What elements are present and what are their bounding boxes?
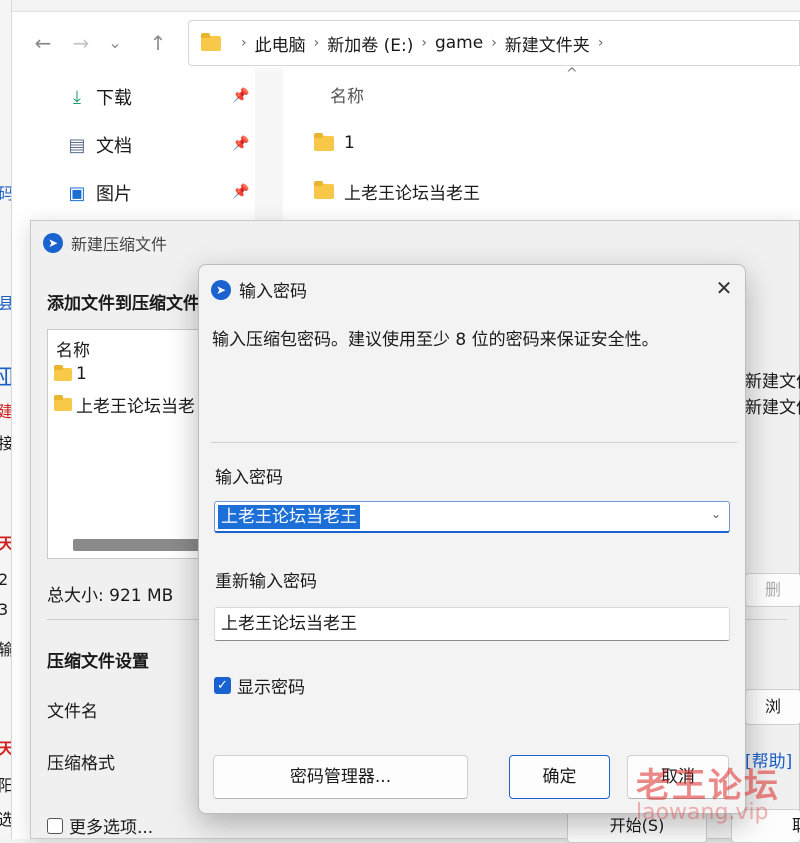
list-item[interactable]: 上老王论坛当老王 xyxy=(314,176,480,206)
chevron-right-icon: › xyxy=(241,35,247,51)
recent-locations-button[interactable]: ⌄ xyxy=(100,28,130,58)
picture-icon: ▣ xyxy=(68,182,86,204)
navigation-scrollbar[interactable] xyxy=(255,68,283,228)
filename-label: 文件名 xyxy=(47,702,98,722)
folder-icon xyxy=(54,364,72,381)
chevron-right-icon: › xyxy=(597,35,604,51)
app-logo-icon: ➤ xyxy=(43,233,63,253)
total-size: 总大小: 921 MB xyxy=(47,586,174,606)
sidebar-item-label: 下载 xyxy=(96,88,132,109)
dialog-title: ➤ 输入密码 xyxy=(211,277,307,302)
sidebar-item-label: 图片 xyxy=(96,184,132,205)
navigation-pane: ⤓ 下载 📌 ▤ 文档 📌 ▣ 图片 📌 xyxy=(12,68,282,228)
folder-icon xyxy=(201,32,221,51)
password-dialog: ➤ 输入密码 ✕ 输入压缩包密码。建议使用至少 8 位的密码来保证安全性。 输入… xyxy=(198,264,746,814)
password-label: 输入密码 xyxy=(215,468,283,488)
reenter-password-input[interactable]: 上老王论坛当老王 xyxy=(214,607,730,641)
file-name: 1 xyxy=(344,133,355,153)
app-logo-icon: ➤ xyxy=(211,279,231,300)
more-options-checkbox[interactable]: 更多选项... xyxy=(47,813,153,838)
forward-button[interactable]: → xyxy=(66,28,96,58)
folder-icon xyxy=(314,180,334,199)
divider xyxy=(211,442,737,443)
folder-icon xyxy=(314,132,334,151)
show-password-label: 显示密码 xyxy=(237,678,305,698)
column-header-name[interactable]: 名称 xyxy=(330,82,364,107)
horizontal-scrollbar[interactable] xyxy=(73,539,203,551)
folder-icon xyxy=(54,395,72,411)
sidebar-item-pictures[interactable]: ▣ 图片 xyxy=(66,178,132,208)
browse-button[interactable]: 浏 xyxy=(745,689,800,725)
section-heading: 添加文件到压缩文件 xyxy=(47,294,200,314)
more-options-label: 更多选项... xyxy=(69,818,154,838)
window-title: ➤ 新建压缩文件 xyxy=(43,231,167,255)
breadcrumb-this-pc[interactable]: 此电脑 xyxy=(255,31,306,56)
list-item-label: 上老王论坛当老 xyxy=(76,397,195,417)
watermark-url: laowang.vip xyxy=(636,800,769,825)
chevron-down-icon[interactable]: ⌄ xyxy=(711,507,721,521)
password-selected-text: 上老王论坛当老王 xyxy=(218,505,360,529)
list-item[interactable]: 1 xyxy=(54,364,87,384)
sidebar-item-downloads[interactable]: ⤓ 下载 xyxy=(66,82,132,112)
delete-button[interactable]: 删 xyxy=(745,573,800,607)
breadcrumb-new-folder[interactable]: 新建文件夹 xyxy=(505,31,590,56)
password-manager-button[interactable]: 密码管理器... xyxy=(213,755,468,799)
window-top-strip xyxy=(12,0,800,12)
checkbox-icon[interactable] xyxy=(47,817,63,834)
chevron-right-icon: › xyxy=(491,35,497,51)
left-edge-strip: 码 县 亚 建 接 天 2 3 输 天 阳 选 xyxy=(0,0,12,839)
breadcrumb-drive[interactable]: 新加卷 (E:) xyxy=(327,31,413,56)
archive-name-text: 新建文件 xyxy=(745,372,800,392)
dialog-title-text: 输入密码 xyxy=(239,282,307,302)
password-combobox[interactable]: 上老王论坛当老王 ⌄ xyxy=(214,501,730,533)
document-icon: ▤ xyxy=(68,134,86,156)
dialog-description: 输入压缩包密码。建议使用至少 8 位的密码来保证安全性。 xyxy=(212,330,659,350)
show-password-checkbox[interactable]: ✓ 显示密码 xyxy=(214,673,305,698)
list-item-label: 1 xyxy=(76,364,87,384)
checkmark-icon[interactable]: ✓ xyxy=(214,677,231,694)
ok-button[interactable]: 确定 xyxy=(509,755,610,799)
pin-icon[interactable]: 📌 xyxy=(232,136,249,152)
sort-arrow-icon: ^ xyxy=(566,66,578,82)
sidebar-item-documents[interactable]: ▤ 文档 xyxy=(66,130,132,160)
file-list[interactable]: 名称 1 上老王论坛当老 xyxy=(47,329,217,559)
sidebar-item-label: 文档 xyxy=(96,136,132,157)
back-button[interactable]: ← xyxy=(28,28,58,58)
list-item[interactable]: 1 xyxy=(314,128,355,158)
reenter-password-label: 重新输入密码 xyxy=(215,572,317,592)
download-icon: ⤓ xyxy=(73,86,81,108)
list-header: 名称 xyxy=(56,341,90,361)
window-title-text: 新建压缩文件 xyxy=(71,235,168,254)
pin-icon[interactable]: 📌 xyxy=(232,88,249,104)
breadcrumb-game[interactable]: game xyxy=(435,33,483,53)
chevron-right-icon: › xyxy=(421,35,427,51)
close-icon[interactable]: ✕ xyxy=(709,273,739,303)
pin-icon[interactable]: 📌 xyxy=(232,184,249,200)
address-bar[interactable]: › 此电脑 › 新加卷 (E:) › game › 新建文件夹 › xyxy=(188,20,800,66)
up-button[interactable]: ↑ xyxy=(143,28,173,58)
archive-path-text: 新建文件 xyxy=(745,398,800,418)
settings-heading: 压缩文件设置 xyxy=(47,652,149,672)
file-name: 上老王论坛当老王 xyxy=(344,183,480,204)
format-label: 压缩格式 xyxy=(47,754,115,774)
chevron-right-icon: › xyxy=(313,35,320,51)
list-item[interactable]: 上老王论坛当老 xyxy=(54,392,195,417)
